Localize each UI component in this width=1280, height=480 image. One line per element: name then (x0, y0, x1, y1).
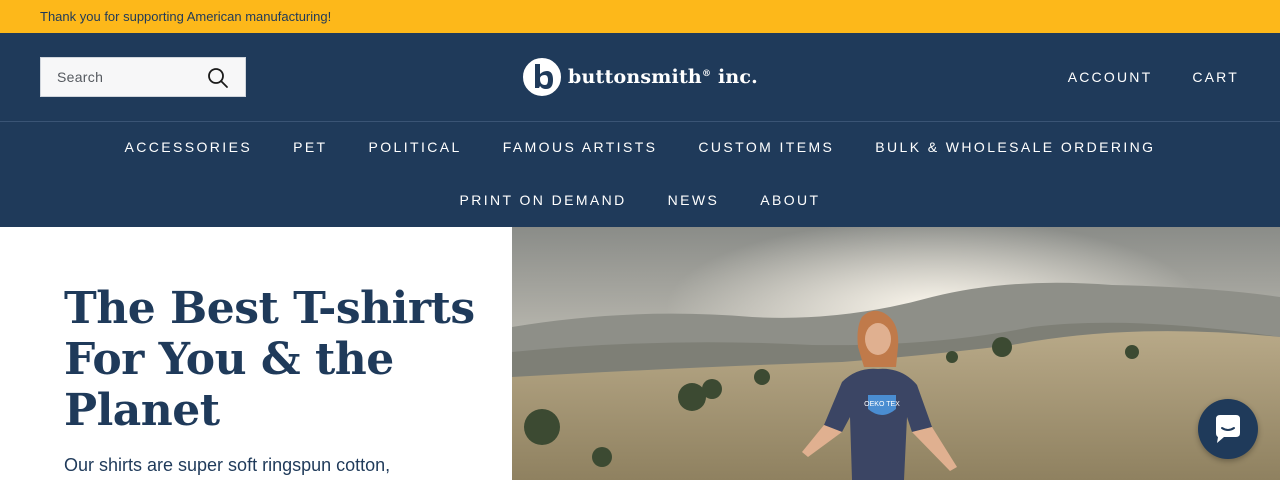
brand-logo[interactable]: buttonsmith® inc. (520, 55, 765, 99)
nav-item-pet[interactable]: PET (293, 139, 327, 155)
nav-item-famous-artists[interactable]: FAMOUS ARTISTS (503, 139, 658, 155)
brand-suffix: inc. (711, 66, 758, 88)
brand-name-text: buttonsmith (568, 66, 702, 88)
announcement-bar: Thank you for supporting American manufa… (0, 0, 1280, 33)
announcement-text: Thank you for supporting American manufa… (40, 9, 332, 24)
nav-item-about[interactable]: ABOUT (760, 192, 820, 208)
hero-photo-illustration: OEKO TEX (512, 227, 1280, 480)
account-links: ACCOUNT CART (1068, 69, 1239, 85)
site-header: buttonsmith® inc. ACCOUNT CART ACCESSORI… (0, 33, 1280, 227)
hero-image: OEKO TEX (512, 227, 1280, 480)
cart-link[interactable]: CART (1192, 69, 1239, 85)
nav-item-custom-items[interactable]: CUSTOM ITEMS (698, 139, 834, 155)
chat-button[interactable] (1198, 399, 1258, 459)
search-icon[interactable] (207, 67, 229, 89)
main-nav-row-1: ACCESSORIES PET POLITICAL FAMOUS ARTISTS… (0, 139, 1280, 155)
nav-item-news[interactable]: NEWS (668, 192, 720, 208)
account-link[interactable]: ACCOUNT (1068, 69, 1153, 85)
brand-name: buttonsmith® inc. (568, 66, 758, 88)
nav-item-accessories[interactable]: ACCESSORIES (125, 139, 253, 155)
hero-title: The Best T-shirts For You & the Planet (64, 283, 475, 436)
brand-registered-mark: ® (701, 69, 712, 79)
hero-text-panel: The Best T-shirts For You & the Planet O… (0, 227, 512, 480)
shirt-print: OEKO TEX (864, 401, 900, 408)
hero-copy: Our shirts are super soft ringspun cotto… (64, 455, 391, 475)
main-nav-row-2: PRINT ON DEMAND NEWS ABOUT (0, 192, 1280, 208)
nav-item-print-on-demand[interactable]: PRINT ON DEMAND (459, 192, 626, 208)
nav-item-political[interactable]: POLITICAL (369, 139, 462, 155)
logo-mark-icon (521, 56, 563, 98)
chat-icon (1216, 415, 1240, 443)
search-form (40, 57, 246, 97)
header-divider (0, 121, 1280, 122)
nav-item-bulk-wholesale[interactable]: BULK & WHOLESALE ORDERING (875, 139, 1155, 155)
search-input[interactable] (41, 58, 201, 96)
